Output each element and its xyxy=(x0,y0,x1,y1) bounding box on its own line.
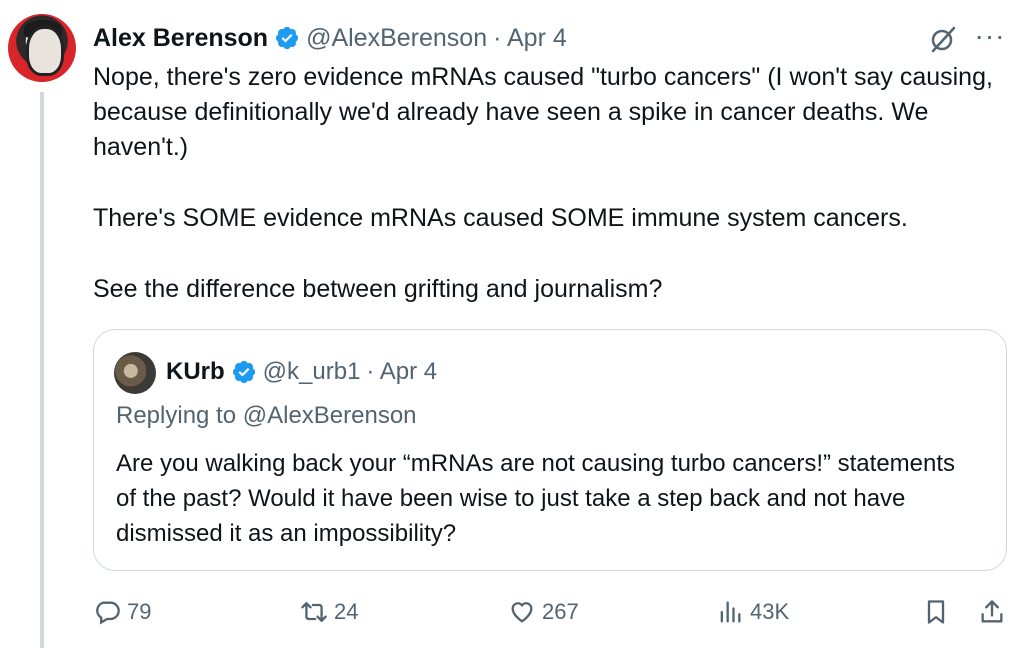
repost-icon xyxy=(301,602,327,622)
author-avatar[interactable] xyxy=(8,14,76,82)
views-count: 43K xyxy=(750,599,790,624)
tweet-header: Alex Berenson @AlexBerenson · Apr 4 xyxy=(93,22,567,54)
verified-badge-icon xyxy=(232,360,255,384)
reply-count: 79 xyxy=(127,599,152,624)
tweet-paragraph: Nope, there's zero evidence mRNAs caused… xyxy=(93,63,993,161)
quote-text: Are you walking back your “mRNAs are not… xyxy=(116,450,956,547)
repost-count: 24 xyxy=(334,599,359,624)
tweet-date[interactable]: · Apr 4 xyxy=(493,24,567,53)
quote-header: KUrb @k_urb1 · Apr 4 xyxy=(166,356,437,388)
share-icon xyxy=(981,600,1003,623)
author-handle[interactable]: @AlexBerenson xyxy=(306,24,487,53)
like-button[interactable]: 267 xyxy=(508,592,579,632)
quote-author-handle[interactable]: @k_urb1 xyxy=(263,358,361,386)
reply-button[interactable]: 79 xyxy=(93,592,151,632)
views-icon xyxy=(720,601,741,623)
quote-date[interactable]: · Apr 4 xyxy=(366,358,437,386)
grok-icon[interactable] xyxy=(928,24,958,54)
share-button[interactable] xyxy=(978,592,1006,632)
tweet-paragraph: See the difference between grifting and … xyxy=(93,275,663,303)
bookmark-icon xyxy=(927,600,945,624)
reply-icon xyxy=(96,601,120,625)
heart-icon xyxy=(511,602,533,623)
replying-to-label[interactable]: Replying to @AlexBerenson xyxy=(116,402,417,430)
repost-button[interactable]: 24 xyxy=(300,592,358,632)
tweet-paragraph: There's SOME evidence mRNAs caused SOME … xyxy=(93,204,908,232)
quoted-tweet[interactable]: KUrb @k_urb1 · Apr 4 Replying to @AlexBe… xyxy=(93,329,1007,571)
like-count: 267 xyxy=(542,599,579,624)
quote-author-avatar[interactable] xyxy=(114,352,156,394)
tweet-actions: 79 24 267 43K xyxy=(0,592,1024,632)
author-name[interactable]: Alex Berenson xyxy=(93,24,268,53)
bookmark-button[interactable] xyxy=(922,592,950,632)
thread-line xyxy=(40,92,44,648)
more-icon[interactable]: ··· xyxy=(972,22,1008,54)
views-button[interactable]: 43K xyxy=(716,592,789,632)
tweet-text: Nope, there's zero evidence mRNAs caused… xyxy=(93,60,993,307)
verified-badge-icon xyxy=(275,26,299,50)
quote-author-name[interactable]: KUrb xyxy=(166,358,225,386)
